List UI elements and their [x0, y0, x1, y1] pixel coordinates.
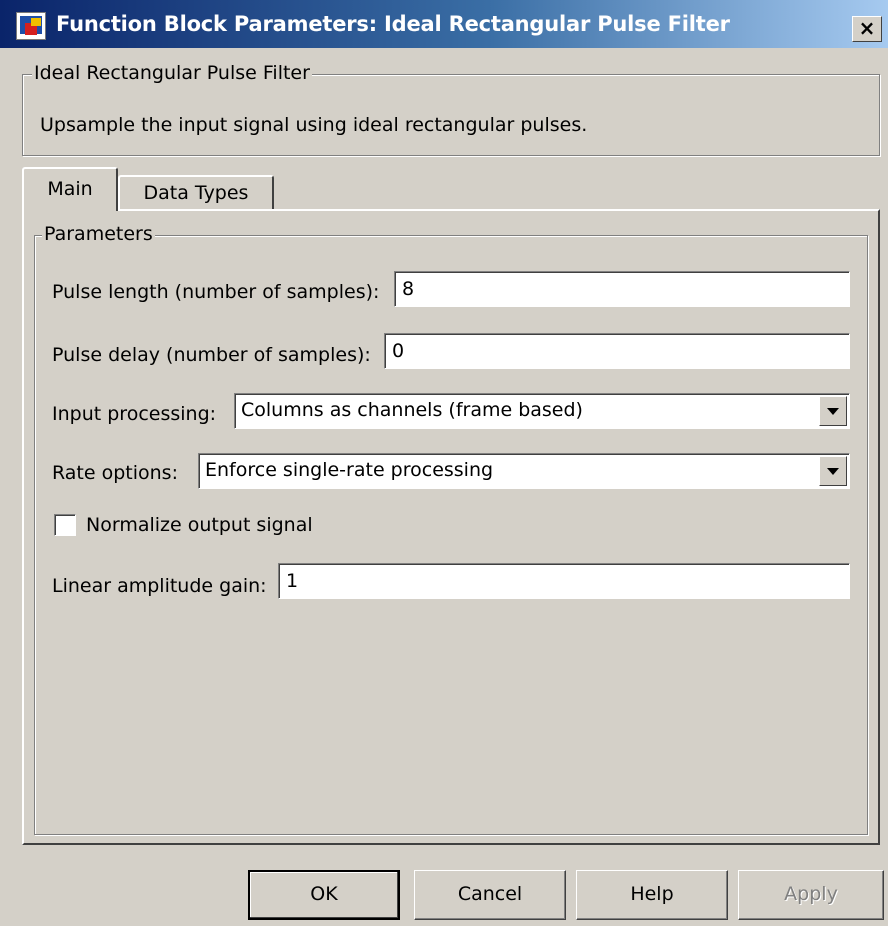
parameters-group-title: Parameters: [42, 223, 155, 245]
tab-data-types[interactable]: Data Types: [118, 175, 274, 211]
tab-main-label: Main: [47, 178, 93, 200]
rate-options-select[interactable]: Enforce single-rate processing: [198, 453, 850, 489]
ok-button[interactable]: OK: [248, 870, 400, 920]
tab-main[interactable]: Main: [22, 167, 118, 211]
input-processing-value: Columns as channels (frame based): [241, 399, 583, 421]
pulse-length-input[interactable]: 8: [394, 271, 850, 307]
app-icon: [16, 12, 46, 40]
apply-button[interactable]: Apply: [738, 870, 884, 920]
tab-data-types-label: Data Types: [143, 182, 249, 204]
normalize-output-label[interactable]: Normalize output signal: [86, 514, 313, 536]
close-icon: ×: [858, 16, 876, 40]
tab-panel-main: Parameters Pulse length (number of sampl…: [22, 209, 880, 845]
input-processing-select[interactable]: Columns as channels (frame based): [234, 393, 850, 429]
pulse-delay-label: Pulse delay (number of samples):: [52, 344, 371, 366]
cancel-button[interactable]: Cancel: [414, 870, 566, 920]
window-title: Function Block Parameters: Ideal Rectang…: [56, 12, 730, 36]
input-processing-dropdown-button[interactable]: [819, 396, 847, 426]
rate-options-label: Rate options:: [52, 462, 178, 484]
pulse-length-label: Pulse length (number of samples):: [52, 281, 380, 303]
normalize-output-checkbox[interactable]: [54, 514, 76, 536]
block-group-title: Ideal Rectangular Pulse Filter: [32, 62, 312, 84]
help-button[interactable]: Help: [576, 870, 728, 920]
rate-options-value: Enforce single-rate processing: [205, 459, 494, 481]
rate-options-dropdown-button[interactable]: [819, 456, 847, 486]
title-bar[interactable]: Function Block Parameters: Ideal Rectang…: [0, 0, 888, 48]
input-processing-label: Input processing:: [52, 403, 217, 425]
linear-gain-label: Linear amplitude gain:: [52, 575, 267, 597]
close-button[interactable]: ×: [852, 16, 882, 42]
block-description: Upsample the input signal using ideal re…: [40, 114, 588, 136]
chevron-down-icon: [827, 468, 839, 475]
pulse-delay-input[interactable]: 0: [384, 333, 850, 369]
linear-gain-input[interactable]: 1: [278, 563, 850, 599]
chevron-down-icon: [827, 408, 839, 415]
dialog-window: Function Block Parameters: Ideal Rectang…: [0, 0, 888, 926]
